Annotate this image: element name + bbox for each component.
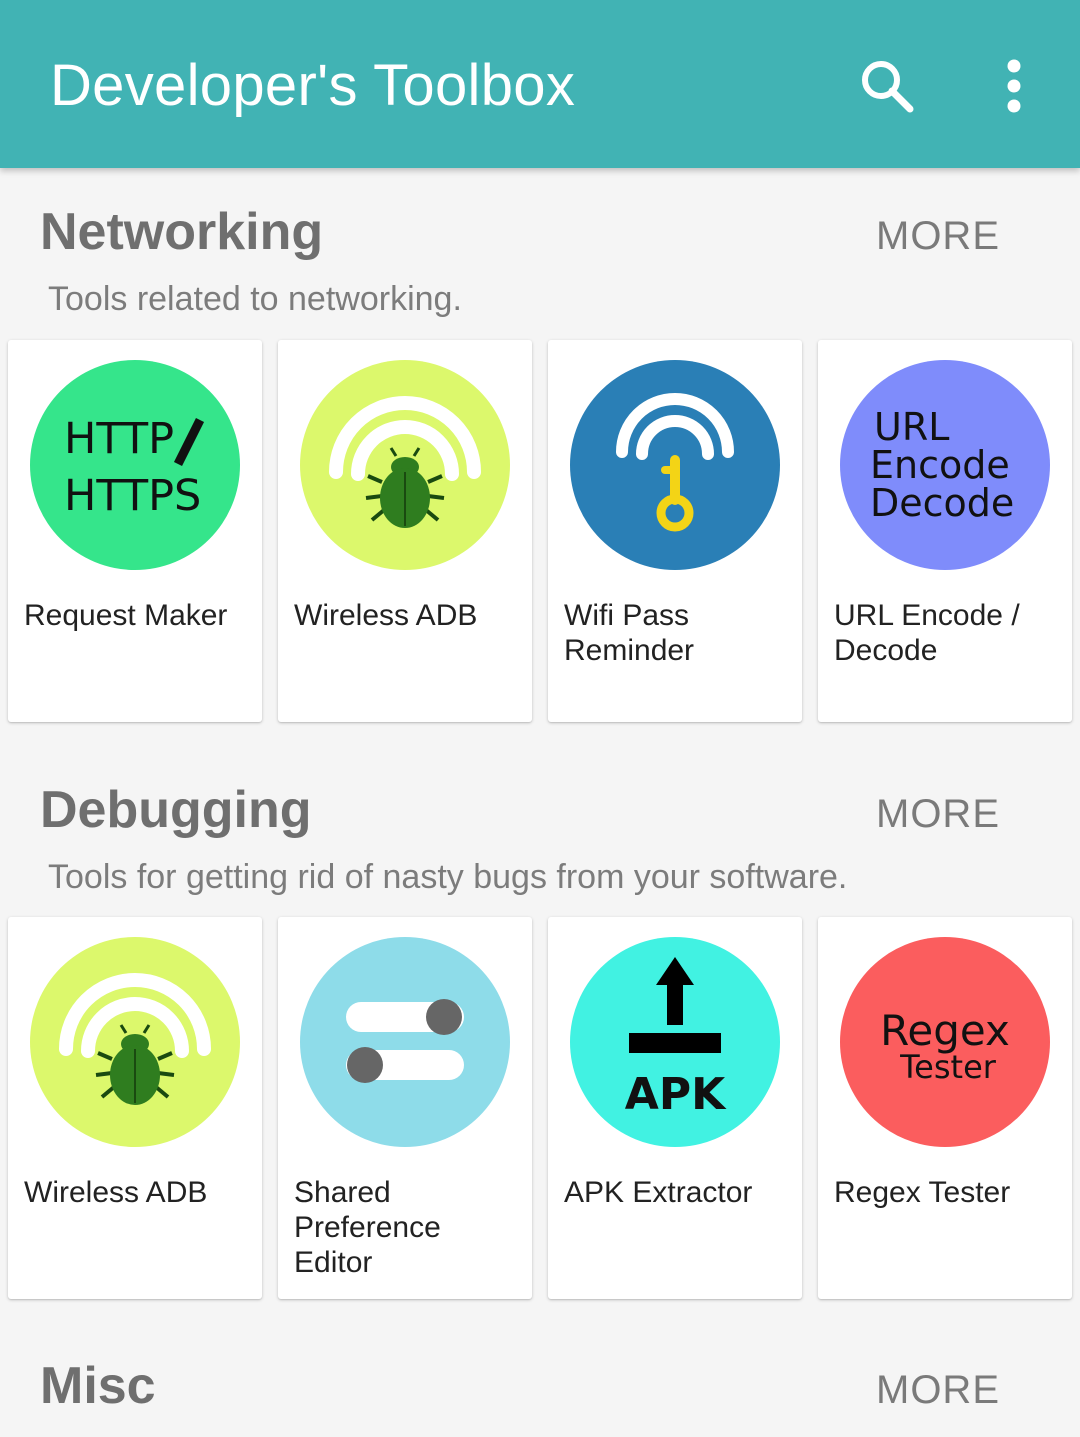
icon-text-tester: Tester (899, 1048, 997, 1086)
icon-text-apk: APK (625, 1069, 727, 1120)
tool-card-wireless-adb[interactable]: Wireless ADB (278, 340, 532, 722)
apk-upload-icon: APK (570, 937, 780, 1147)
regex-tester-icon: Regex Tester (840, 937, 1050, 1147)
debugging-more-button[interactable]: MORE (876, 792, 1000, 837)
tool-card-regex-tester[interactable]: Regex Tester Regex Tester (818, 917, 1072, 1299)
tool-label: Wireless ADB (24, 1176, 208, 1209)
tool-card-apk-extractor[interactable]: APK APK Extractor (548, 917, 802, 1299)
tool-card-wifi-pass-reminder[interactable]: Wifi Pass Reminder (548, 340, 802, 722)
icon-circle (30, 360, 240, 570)
section-title-networking: Networking (40, 203, 324, 261)
tool-card-request-maker[interactable]: HTTP HTTPS Request Maker (8, 340, 262, 722)
search-button[interactable] (845, 44, 929, 128)
section-description-debugging: Tools for getting rid of nasty bugs from… (48, 858, 848, 896)
more-vert-icon (1007, 59, 1021, 113)
tool-label: Request Maker (24, 599, 228, 632)
url-encode-decode-icon: URL Encode Decode (840, 360, 1050, 570)
wireless-bug-icon (30, 937, 240, 1147)
icon-text-http: HTTP (64, 414, 174, 464)
section-description-networking: Tools related to networking. (48, 280, 462, 318)
tool-label: Wireless ADB (294, 599, 478, 632)
search-icon (862, 61, 914, 113)
section-title-debugging: Debugging (40, 781, 312, 839)
tool-label: Wifi Pass Reminder (564, 599, 695, 667)
toggle-knob-bottom (347, 1047, 383, 1083)
icon-text-decode: Decode (870, 481, 1014, 525)
icon-circle (300, 937, 510, 1147)
tool-card-url-encode-decode[interactable]: URL Encode Decode URL Encode / Decode (818, 340, 1072, 722)
toggle-knob-top (426, 999, 462, 1035)
tool-card-wireless-adb[interactable]: Wireless ADB (8, 917, 262, 1299)
tool-card-shared-preference-editor[interactable]: Shared Preference Editor (278, 917, 532, 1299)
tool-label: Regex Tester (834, 1176, 1011, 1209)
section-title-misc: Misc (40, 1357, 156, 1415)
networking-more-button[interactable]: MORE (876, 214, 1000, 259)
overflow-menu-button[interactable] (972, 44, 1056, 128)
tool-label: URL Encode / Decode (834, 599, 1020, 667)
tool-label: APK Extractor (564, 1176, 753, 1209)
misc-more-button[interactable]: MORE (876, 1368, 1000, 1413)
http-https-icon: HTTP HTTPS (30, 360, 240, 570)
tool-label: Shared Preference Editor (294, 1176, 441, 1279)
icon-text-https: HTTPS (64, 471, 201, 521)
wifi-key-icon (570, 360, 780, 570)
toggle-switches-icon (300, 937, 510, 1147)
wireless-bug-icon (300, 360, 510, 570)
app-title: Developer's Toolbox (50, 53, 576, 118)
app-bar: Developer's Toolbox (0, 0, 1080, 168)
